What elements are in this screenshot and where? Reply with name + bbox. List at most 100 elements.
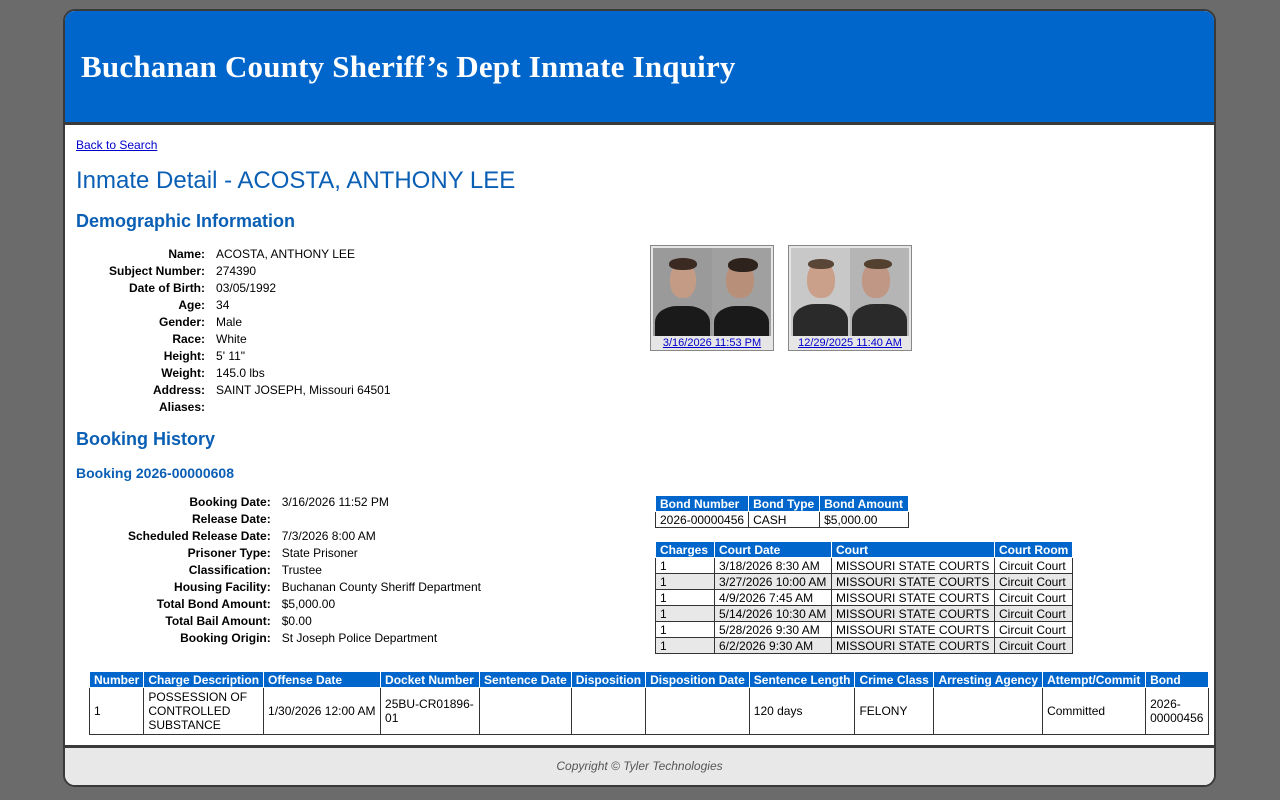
table-cell: 3/27/2026 10:00 AM	[714, 573, 832, 590]
field-label: Prisoner Type:	[187, 545, 271, 560]
table-cell: 1	[655, 589, 715, 606]
table-cell: MISSOURI STATE COURTS	[831, 637, 995, 654]
table-cell: 1	[655, 573, 715, 590]
field-label: Classification:	[188, 562, 271, 577]
table-row: 1 5/28/2026 9:30 AM MISSOURI STATE COURTS C…	[655, 621, 1074, 638]
footer: Copyright © Tyler Technologies	[65, 745, 1214, 785]
field-label: Total Bail Amount:	[165, 613, 271, 628]
field-row: Aliases:	[109, 398, 391, 415]
field-row: Race: White	[109, 330, 391, 347]
table-cell: Committed	[1042, 687, 1147, 735]
table-cell: Circuit Court	[993, 589, 1074, 606]
field-row: Prisoner Type: State Prisoner	[128, 544, 481, 561]
column-header: Bond Type	[748, 495, 821, 512]
booking-photo-2[interactable]: 12/29/2025 11:40 AM	[788, 245, 912, 351]
field-row: Height: 5' 11"	[109, 347, 391, 364]
field-label: Age:	[178, 297, 206, 312]
column-header: Number	[88, 671, 145, 688]
table-header-row: Charges Court Date Court Court Room	[655, 541, 1074, 558]
table-row: 1 3/27/2026 10:00 AM MISSOURI STATE COURTS…	[655, 573, 1074, 590]
field-value: Trustee	[281, 562, 322, 577]
table-cell: 3/18/2026 8:30 AM	[714, 557, 832, 574]
page-frame: Buchanan County Sheriff’s Dept Inmate In…	[63, 9, 1216, 787]
field-row: Total Bail Amount: $0.00	[128, 612, 481, 629]
field-value: Buchanan County Sheriff Department	[281, 579, 481, 594]
charges-table: Number Charge Description Offense Date Dock…	[88, 671, 1210, 735]
table-header-row: Bond Number Bond Type Bond Amount	[654, 495, 910, 512]
table-cell: 2026-00000456	[1145, 687, 1210, 735]
field-value: St Joseph Police Department	[281, 630, 438, 645]
main-content: Back to Search Inmate Detail - ACOSTA, A…	[65, 125, 1214, 747]
bond-table: Bond Number Bond Type Bond Amount 2026-0000…	[654, 495, 910, 528]
field-label: Date of Birth:	[129, 280, 206, 295]
field-value	[216, 398, 391, 415]
field-row: Subject Number: 274390	[109, 262, 391, 279]
table-cell: 1	[655, 621, 715, 638]
field-label: Booking Date:	[189, 494, 271, 509]
field-value: $5,000.00	[281, 596, 336, 611]
column-header: Sentence Date	[479, 671, 572, 688]
table-cell: 5/14/2026 10:30 AM	[714, 605, 832, 622]
field-value: 7/3/2026 8:00 AM	[281, 528, 376, 543]
back-to-search-link[interactable]: Back to Search	[76, 138, 157, 152]
table-row: 1 5/14/2026 10:30 AM MISSOURI STATE COURTS…	[655, 605, 1074, 622]
field-value: White	[216, 331, 247, 346]
header-banner: Buchanan County Sheriff’s Dept Inmate In…	[65, 11, 1214, 125]
column-header: Bond Number	[654, 495, 750, 512]
table-cell: 1	[655, 637, 715, 654]
table-cell: 5/28/2026 9:30 AM	[714, 621, 832, 638]
column-header: Court Room	[993, 541, 1074, 558]
column-header: Bond	[1145, 671, 1210, 688]
table-cell: CASH	[748, 511, 821, 528]
field-row: Housing Facility: Buchanan County Sheriff…	[128, 578, 481, 595]
table-header-row: Number Charge Description Offense Date Dock…	[88, 671, 1210, 688]
table-cell: 120 days	[748, 687, 856, 735]
site-title: Buchanan County Sheriff’s Dept Inmate In…	[81, 49, 736, 84]
booking-photo-1[interactable]: 3/16/2026 11:53 PM	[650, 245, 774, 351]
page-title: Inmate Detail - ACOSTA, ANTHONY LEE	[76, 167, 516, 194]
field-label: Name:	[168, 246, 206, 261]
table-cell: $5,000.00	[819, 511, 910, 528]
table-row: 1 4/9/2026 7:45 AM MISSOURI STATE COURTS Ci…	[655, 589, 1074, 606]
field-value: 145.0 lbs	[216, 365, 265, 380]
field-row: Name: ACOSTA, ANTHONY LEE	[109, 245, 391, 262]
table-cell: 1	[655, 605, 715, 622]
column-header: Bond Amount	[819, 495, 910, 512]
table-cell	[479, 687, 572, 735]
table-cell: 25BU-CR01896-01	[380, 687, 481, 735]
table-cell	[933, 687, 1044, 735]
field-value: 274390	[216, 263, 257, 278]
field-row: Gender: Male	[109, 313, 391, 330]
table-cell: 6/2/2026 9:30 AM	[714, 637, 832, 654]
field-value: 34	[216, 297, 230, 312]
column-header: Disposition	[570, 671, 647, 688]
field-row: Booking Date: 3/16/2026 11:52 PM	[128, 493, 481, 510]
field-row: Weight: 145.0 lbs	[109, 364, 391, 381]
field-label: Height:	[163, 348, 206, 363]
table-cell: MISSOURI STATE COURTS	[831, 557, 995, 574]
table-cell	[645, 687, 750, 735]
copyright-text: Copyright © Tyler Technologies	[556, 759, 723, 773]
photo-date-link[interactable]: 3/16/2026 11:53 PM	[651, 337, 773, 349]
photo-date-link[interactable]: 12/29/2025 11:40 AM	[789, 337, 911, 349]
field-value: ACOSTA, ANTHONY LEE	[216, 246, 355, 261]
field-row: Total Bond Amount: $5,000.00	[128, 595, 481, 612]
field-row: Release Date:	[128, 510, 481, 527]
court-dates-table: Charges Court Date Court Court Room 1 3/18/20…	[655, 541, 1074, 654]
field-row: Booking Origin: St Joseph Police Departme…	[128, 629, 481, 646]
column-header: Charges	[655, 541, 715, 558]
table-cell: MISSOURI STATE COURTS	[831, 589, 995, 606]
table-row: 1 3/18/2026 8:30 AM MISSOURI STATE COURTS C…	[655, 557, 1074, 574]
field-label: Aliases:	[158, 399, 206, 414]
table-cell: Circuit Court	[993, 637, 1074, 654]
booking-fields: Booking Date: 3/16/2026 11:52 PM Release D…	[128, 493, 481, 646]
field-value: 3/16/2026 11:52 PM	[281, 494, 389, 509]
field-label: Release Date:	[192, 511, 271, 526]
column-header: Attempt/Commit	[1042, 671, 1147, 688]
table-row: 1 6/2/2026 9:30 AM MISSOURI STATE COURTS Ci…	[655, 637, 1074, 654]
field-value: SAINT JOSEPH, Missouri 64501	[216, 382, 391, 397]
table-cell: 1	[655, 557, 715, 574]
column-header: Disposition Date	[645, 671, 750, 688]
table-row: 2026-00000456 CASH $5,000.00	[654, 511, 910, 528]
table-cell: FELONY	[854, 687, 935, 735]
